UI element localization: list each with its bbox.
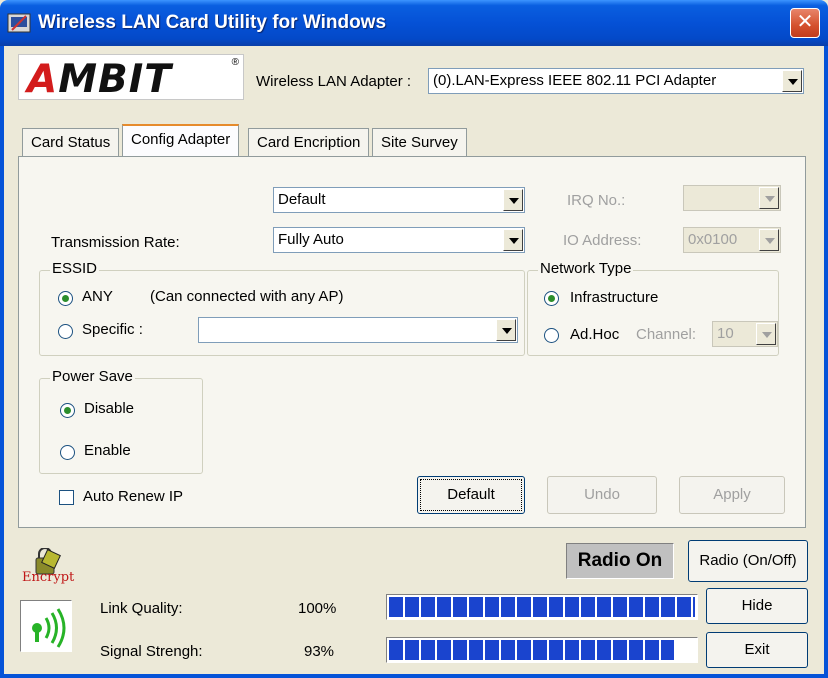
transmission-rate-value: Fully Auto xyxy=(278,231,344,248)
power-save-enable-radio[interactable] xyxy=(60,445,75,460)
essid-specific-label: Specific : xyxy=(82,321,143,338)
chevron-down-icon[interactable] xyxy=(503,189,523,211)
io-address-label: IO Address: xyxy=(563,232,642,249)
window-frame-right xyxy=(824,46,828,678)
channel-label: Channel: xyxy=(636,326,697,343)
radio-toggle-label: Radio (On/Off) xyxy=(699,552,797,569)
signal-strength-value: 93% xyxy=(304,643,335,660)
essid-specific-radio[interactable] xyxy=(58,324,73,339)
encrypt-icon: Encrypt xyxy=(20,547,84,590)
adhoc-label: Ad.Hoc xyxy=(570,326,620,343)
chevron-down-icon[interactable] xyxy=(756,323,776,345)
default-button[interactable]: Default xyxy=(417,476,525,514)
link-quality-label: Link Quality: xyxy=(100,600,183,617)
tab-card-encription[interactable]: Card Encription xyxy=(248,128,370,156)
adhoc-radio[interactable] xyxy=(544,328,559,343)
radio-toggle-button[interactable]: Radio (On/Off) xyxy=(688,540,808,582)
signal-icon-box xyxy=(20,600,72,652)
adapter-select[interactable]: (0).LAN-Express IEEE 802.11 PCI Adapter xyxy=(428,68,804,94)
channel-select-value: 10 xyxy=(717,325,734,342)
adapter-select-value: (0).LAN-Express IEEE 802.11 PCI Adapter xyxy=(433,72,717,89)
encrypt-icon-text: Encrypt xyxy=(22,570,75,585)
link-quality-value: 100% xyxy=(298,600,337,617)
apply-button-label: Apply xyxy=(713,486,751,503)
infrastructure-radio[interactable] xyxy=(544,291,559,306)
essid-any-note: (Can connected with any AP) xyxy=(150,288,344,305)
auto-renew-ip-label: Auto Renew IP xyxy=(83,488,184,505)
signal-strength-meter-fill xyxy=(389,640,674,660)
channel-select[interactable]: 10 xyxy=(712,321,778,347)
profile-select-value: Default xyxy=(278,191,326,208)
close-icon: ✕ xyxy=(796,11,814,33)
ambit-logo: AMBIT ® xyxy=(18,54,244,102)
chevron-down-icon[interactable] xyxy=(782,70,802,92)
close-button[interactable]: ✕ xyxy=(790,8,820,38)
window-frame-bottom xyxy=(0,674,828,678)
essid-group-title: ESSID xyxy=(50,260,100,277)
tab-label: Site Survey xyxy=(381,134,458,151)
utility-window: Wireless LAN Card Utility for Windows ✕ … xyxy=(0,0,828,678)
apply-button[interactable]: Apply xyxy=(679,476,785,514)
irq-select[interactable] xyxy=(683,185,781,211)
signal-strength-label: Signal Strengh: xyxy=(100,643,203,660)
adapter-label: Wireless LAN Adapter : xyxy=(256,73,412,90)
io-address-select[interactable]: 0x0100 xyxy=(683,227,781,253)
tab-label: Config Adapter xyxy=(131,131,231,148)
power-save-enable-label: Enable xyxy=(84,442,131,459)
power-save-group: Power Save Disable Enable xyxy=(39,368,203,474)
network-type-group: Network Type Infrastructure Ad.Hoc Chann… xyxy=(527,260,779,356)
exit-button-label: Exit xyxy=(744,641,770,658)
io-address-value: 0x0100 xyxy=(688,231,738,248)
config-adapter-panel: Default IRQ No.: Transmission Rate: Full… xyxy=(18,156,806,528)
tab-label: Card Encription xyxy=(257,134,361,151)
window-title: Wireless LAN Card Utility for Windows xyxy=(38,12,387,33)
radio-status-indicator: Radio On xyxy=(566,543,674,579)
default-button-label: Default xyxy=(447,486,495,503)
undo-button-label: Undo xyxy=(584,486,620,503)
link-quality-meter-fill xyxy=(389,597,695,617)
irq-label: IRQ No.: xyxy=(567,192,626,209)
power-save-title: Power Save xyxy=(50,368,135,385)
title-bar[interactable]: Wireless LAN Card Utility for Windows ✕ xyxy=(0,0,828,46)
essid-any-radio[interactable] xyxy=(58,291,73,306)
exit-button[interactable]: Exit xyxy=(706,632,808,668)
chevron-down-icon[interactable] xyxy=(503,229,523,251)
logo-text: AMBIT xyxy=(27,57,172,102)
power-save-disable-label: Disable xyxy=(84,400,135,417)
window-frame-left xyxy=(0,46,4,678)
chevron-down-icon[interactable] xyxy=(759,229,779,251)
tab-config-adapter[interactable]: Config Adapter xyxy=(122,124,240,156)
power-save-disable-radio[interactable] xyxy=(60,403,75,418)
infrastructure-label: Infrastructure xyxy=(570,289,659,306)
logo-registered-mark: ® xyxy=(231,57,239,68)
chevron-down-icon[interactable] xyxy=(496,319,516,341)
hide-button[interactable]: Hide xyxy=(706,588,808,624)
app-icon xyxy=(7,13,31,33)
auto-renew-ip-checkbox[interactable] xyxy=(59,490,74,505)
tab-site-survey[interactable]: Site Survey xyxy=(372,128,467,156)
chevron-down-icon[interactable] xyxy=(759,187,779,209)
essid-any-label: ANY xyxy=(82,288,113,305)
transmission-rate-label: Transmission Rate: xyxy=(51,234,180,251)
tab-card-status[interactable]: Card Status xyxy=(22,128,120,156)
transmission-rate-select[interactable]: Fully Auto xyxy=(273,227,525,253)
network-type-title: Network Type xyxy=(538,260,634,277)
radio-status-text: Radio On xyxy=(577,550,663,571)
profile-select[interactable]: Default xyxy=(273,187,525,213)
essid-specific-select[interactable] xyxy=(198,317,518,343)
tab-label: Card Status xyxy=(31,134,111,151)
hide-button-label: Hide xyxy=(741,597,773,614)
essid-group: ESSID ANY (Can connected with any AP) Sp… xyxy=(39,260,525,356)
undo-button[interactable]: Undo xyxy=(547,476,657,514)
signal-strength-meter xyxy=(386,637,698,663)
wireless-signal-icon xyxy=(32,608,66,648)
link-quality-meter xyxy=(386,594,698,620)
